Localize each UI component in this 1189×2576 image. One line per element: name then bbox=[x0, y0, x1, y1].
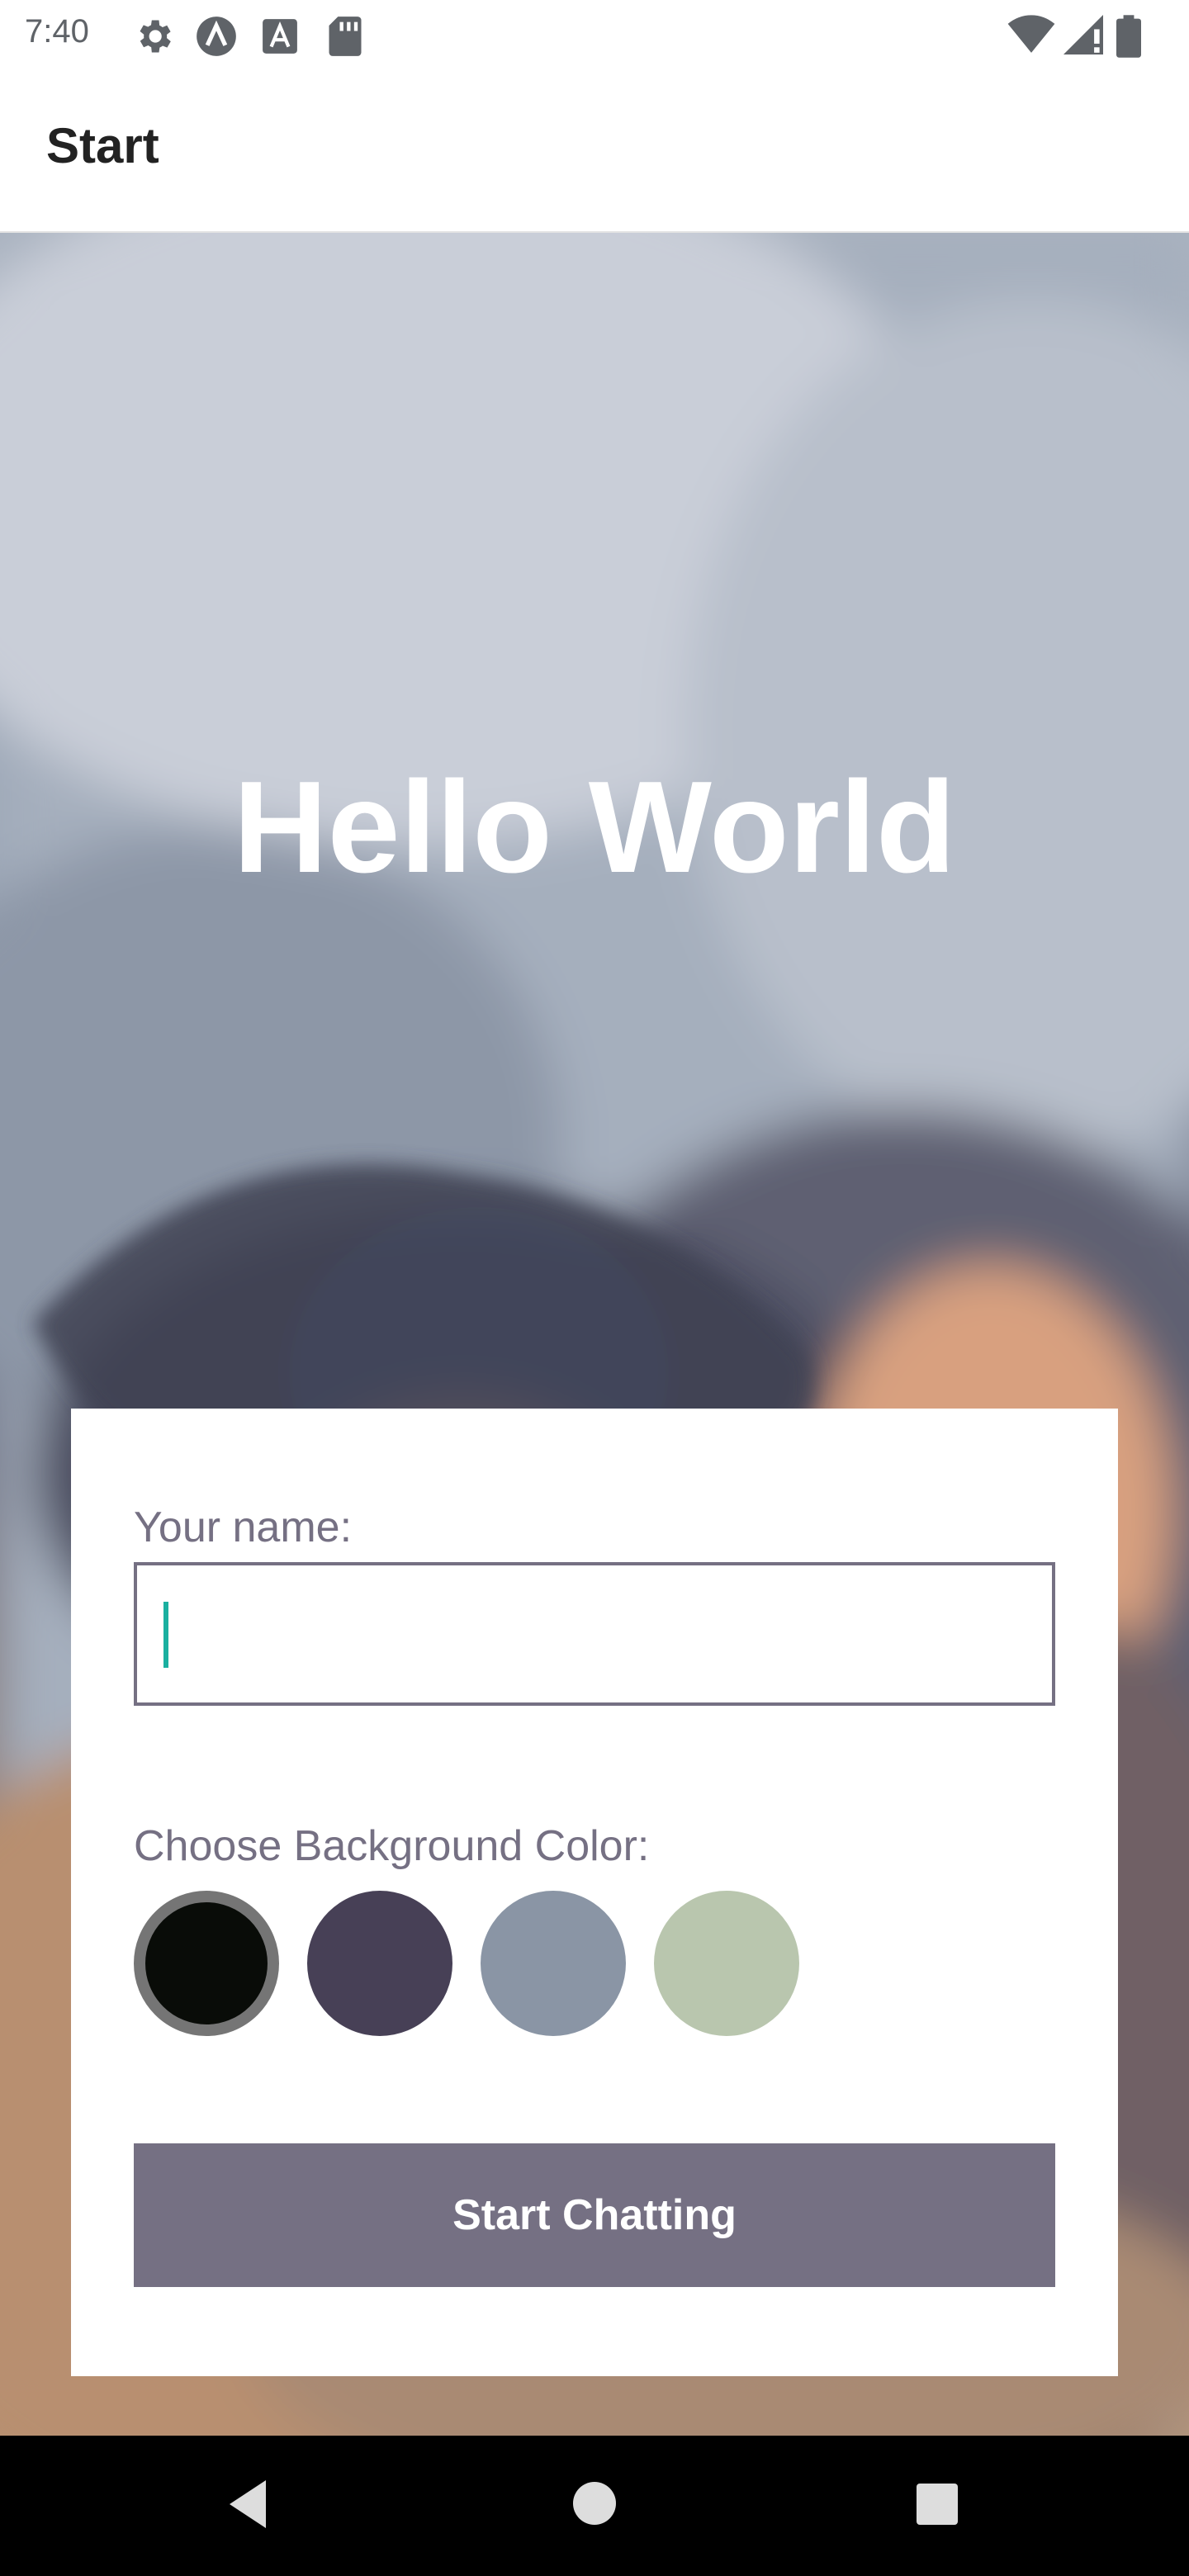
back-icon[interactable] bbox=[223, 2477, 272, 2535]
recents-icon[interactable] bbox=[915, 2482, 959, 2530]
app-bar: Start bbox=[0, 73, 1189, 233]
home-icon[interactable] bbox=[570, 2479, 619, 2531]
start-chatting-button[interactable]: Start Chatting bbox=[134, 2143, 1055, 2287]
sd-card-icon bbox=[327, 15, 363, 61]
color-swatch-purple[interactable] bbox=[307, 1891, 452, 2036]
name-input[interactable] bbox=[134, 1562, 1055, 1706]
status-bar: 7:40 bbox=[0, 0, 1189, 73]
name-label: Your name: bbox=[134, 1503, 353, 1551]
status-time: 7:40 bbox=[25, 13, 89, 50]
a-circle-icon bbox=[195, 15, 238, 61]
start-form-card: Your name: Choose Background Color: Star… bbox=[71, 1409, 1118, 2376]
color-swatches bbox=[134, 1891, 811, 2036]
color-swatch-blue-gray[interactable] bbox=[481, 1891, 626, 2036]
wifi-icon bbox=[1007, 15, 1055, 58]
navigation-bar bbox=[0, 2436, 1189, 2576]
status-icons-right bbox=[1007, 15, 1164, 58]
signal-icon bbox=[1063, 15, 1103, 58]
page-title: Start bbox=[46, 118, 159, 173]
hero-title: Hello World bbox=[233, 755, 956, 900]
settings-icon bbox=[132, 15, 175, 61]
color-swatch-green[interactable] bbox=[654, 1891, 799, 2036]
a-square-icon bbox=[261, 15, 299, 61]
text-cursor bbox=[163, 1602, 168, 1668]
battery-icon bbox=[1116, 15, 1141, 61]
color-swatch-black[interactable] bbox=[134, 1891, 279, 2036]
color-label: Choose Background Color: bbox=[134, 1822, 650, 1870]
